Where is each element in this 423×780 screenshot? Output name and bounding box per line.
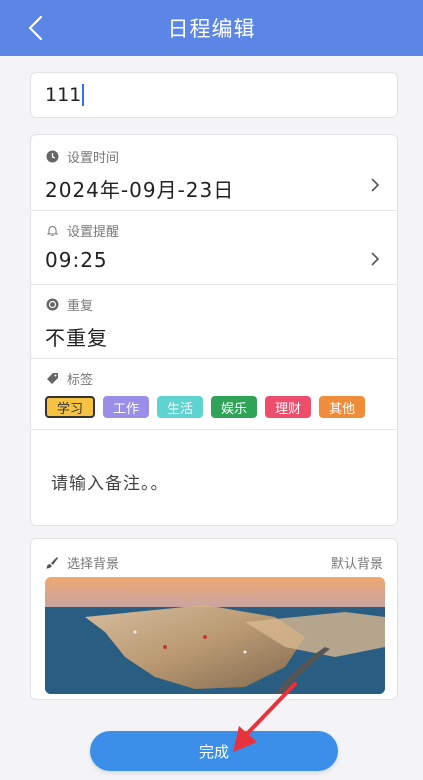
tag-chip[interactable]: 娱乐 [211,396,258,418]
repeat-label: 重复 [67,299,94,314]
reminder-chevron-right-icon[interactable] [365,249,385,269]
divider [31,210,397,211]
date-value: 2024年-09月-23日 [45,178,235,202]
title-input-value: 111 [45,84,82,106]
repeat-icon [45,298,59,312]
background-label: 选择背景 [67,557,120,572]
tags-row: 标签 学习 工作 生活 娱乐 理财 其他 [31,369,397,418]
reminder-row[interactable]: 设置提醒 09:25 [31,221,397,272]
divider [31,429,397,430]
tag-list: 学习 工作 生活 娱乐 理财 其他 [45,396,397,418]
reminder-label: 设置提醒 [67,225,120,240]
page-title: 日程编辑 [167,17,256,41]
background-section: 选择背景 默认背景 [30,538,398,700]
repeat-value: 不重复 [45,326,108,350]
clock-icon [45,150,59,164]
note-input[interactable]: 请输入备注。。 [51,469,169,494]
brush-icon [45,556,59,570]
background-image[interactable] [45,577,385,694]
text-caret [82,84,85,106]
time-chevron-right-icon[interactable] [365,175,385,195]
divider [31,358,397,359]
tag-chip[interactable]: 理财 [265,396,312,418]
tag-icon [45,372,59,386]
tag-chip[interactable]: 工作 [103,396,150,418]
header-bar: 日程编辑 [0,0,423,56]
time-row[interactable]: 设置时间 2024年-09月-23日 [31,147,397,203]
repeat-row[interactable]: 重复 不重复 [31,295,397,351]
title-field[interactable]: 111 [30,72,398,118]
time-label: 设置时间 [67,151,120,166]
chevron-left-icon [28,15,43,41]
reminder-time-value: 09:25 [45,248,108,272]
tag-chip[interactable]: 其他 [319,396,366,418]
bell-icon [45,224,59,238]
tag-chip[interactable]: 生活 [157,396,204,418]
tag-chip[interactable]: 学习 [45,396,96,418]
schedule-form: 设置时间 2024年-09月-23日 设置提醒 09:25 重复 不重复 标签 … [30,134,398,526]
divider [31,284,397,285]
tags-label: 标签 [67,373,94,388]
default-background-link[interactable]: 默认背景 [331,553,383,572]
back-button[interactable] [16,8,56,48]
done-button[interactable]: 完成 [90,731,338,771]
